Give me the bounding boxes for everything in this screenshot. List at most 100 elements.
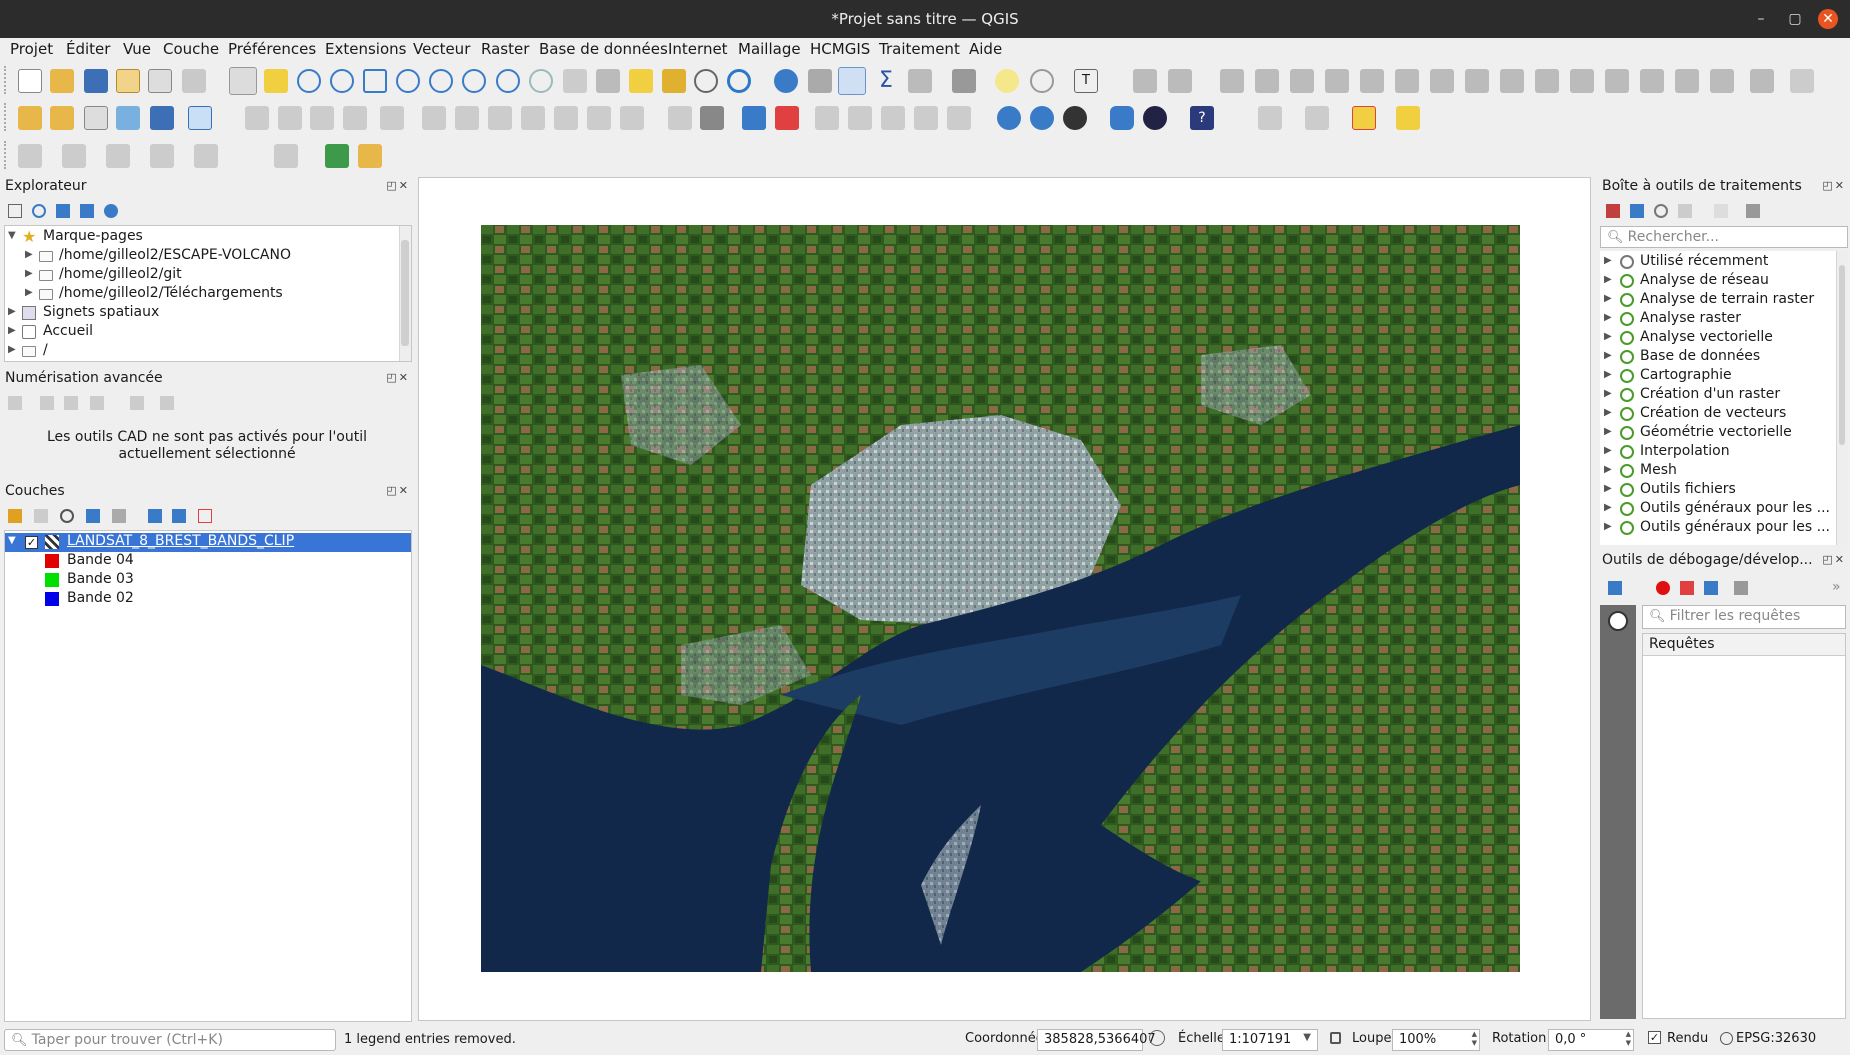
- expanded-arrow-icon[interactable]: ▼: [8, 535, 18, 546]
- locator-search-input[interactable]: 🔍︎ Taper pour trouver (Ctrl+K): [4, 1029, 336, 1051]
- expanded-arrow-icon[interactable]: ▼: [8, 230, 18, 241]
- shape-digitize-icon-1[interactable]: [18, 144, 42, 168]
- collapsed-arrow-icon[interactable]: ▶: [1604, 445, 1614, 456]
- settings-icon[interactable]: [1734, 581, 1748, 595]
- digitizing-icon-6[interactable]: [1325, 69, 1349, 93]
- undo-icon[interactable]: [587, 106, 611, 130]
- render-checkbox[interactable]: ✓: [1648, 1031, 1661, 1044]
- new-virtual-layer-icon[interactable]: [188, 106, 212, 130]
- show-bookmarks-icon[interactable]: [662, 69, 686, 93]
- plugin-icon-2[interactable]: [1030, 106, 1054, 130]
- digitizing-icon-14[interactable]: [1605, 69, 1629, 93]
- digitizing-icon-1[interactable]: [1133, 69, 1157, 93]
- menu-preferences[interactable]: Préférences: [228, 40, 316, 58]
- tree-item-root[interactable]: ▶ /: [5, 342, 399, 361]
- save-log-icon[interactable]: [1704, 581, 1718, 595]
- toolbar-handle[interactable]: [4, 103, 10, 131]
- history-icon[interactable]: [1654, 204, 1668, 218]
- move-label-icon[interactable]: [881, 106, 905, 130]
- collapsed-arrow-icon[interactable]: ▶: [1604, 426, 1614, 437]
- select-all-icon[interactable]: [1396, 106, 1420, 130]
- panel-float-close-buttons[interactable]: ◰✕: [386, 371, 410, 384]
- processing-scrollbar[interactable]: [1836, 251, 1848, 545]
- panel-float-close-buttons[interactable]: ◰✕: [1822, 553, 1846, 566]
- zoom-full-icon[interactable]: [363, 69, 387, 93]
- map-canvas[interactable]: [418, 177, 1591, 1021]
- collapsed-arrow-icon[interactable]: ▶: [1604, 407, 1614, 418]
- save-edits-icon[interactable]: [310, 106, 334, 130]
- digitizing-icon-5[interactable]: [1290, 69, 1314, 93]
- collapsed-arrow-icon[interactable]: ▶: [1604, 331, 1614, 342]
- collapsed-arrow-icon[interactable]: ▶: [8, 344, 18, 355]
- zoom-to-layer-icon[interactable]: [429, 69, 453, 93]
- digitizing-icon-13[interactable]: [1570, 69, 1594, 93]
- refresh-icon[interactable]: [32, 204, 46, 218]
- layer-diagram-icon[interactable]: [775, 106, 799, 130]
- panel-float-close-buttons[interactable]: ◰✕: [386, 179, 410, 192]
- temporal-controller-icon[interactable]: [694, 69, 718, 93]
- zoom-to-selection-icon[interactable]: [396, 69, 420, 93]
- tree-item-spatial-bookmarks[interactable]: ▶ Signets spatiaux: [5, 304, 399, 323]
- collapsed-arrow-icon[interactable]: ▶: [1604, 274, 1614, 285]
- show-hide-labels-icon[interactable]: [848, 106, 872, 130]
- rotate-label-icon[interactable]: [914, 106, 938, 130]
- toolbar-handle[interactable]: [4, 66, 10, 94]
- plugin-icon-1[interactable]: [997, 106, 1021, 130]
- manage-themes-icon[interactable]: [60, 509, 74, 523]
- new-temporary-layer-icon[interactable]: [150, 106, 174, 130]
- redo-shape-icon[interactable]: [1790, 69, 1814, 93]
- processing-item[interactable]: ▶ Géométrie vectorielle: [1600, 424, 1836, 443]
- remove-layer-icon[interactable]: [198, 509, 212, 523]
- zoom-next-icon[interactable]: [529, 69, 553, 93]
- redo-icon[interactable]: [620, 106, 644, 130]
- new-print-layout-icon[interactable]: [116, 69, 140, 93]
- shape-digitize-icon-6[interactable]: [274, 144, 298, 168]
- shape-digitize-icon-4[interactable]: [150, 144, 174, 168]
- add-feature-icon[interactable]: [343, 106, 367, 130]
- plugin-search-icon[interactable]: [325, 144, 349, 168]
- processing-item[interactable]: ▶ Mesh: [1600, 462, 1836, 481]
- tree-item-bookmarks[interactable]: ▼ ★ Marque-pages: [5, 228, 399, 247]
- processing-item[interactable]: ▶ Analyse de réseau: [1600, 272, 1836, 291]
- edit-features-in-place-icon[interactable]: [1714, 204, 1728, 218]
- record-icon[interactable]: [1656, 581, 1670, 595]
- digitizing-icon-3[interactable]: [1220, 69, 1244, 93]
- collapsed-arrow-icon[interactable]: ▶: [1604, 255, 1614, 266]
- add-selected-icon[interactable]: [8, 204, 22, 218]
- layout-manager-icon[interactable]: [148, 69, 172, 93]
- processing-item[interactable]: ▶ Analyse vectorielle: [1600, 329, 1836, 348]
- models-icon[interactable]: [1606, 204, 1620, 218]
- deselect-all-icon[interactable]: [1352, 106, 1376, 130]
- collapsed-arrow-icon[interactable]: ▶: [8, 306, 18, 317]
- new-shapefile-icon[interactable]: [84, 106, 108, 130]
- add-group-icon[interactable]: [34, 509, 48, 523]
- properties-icon[interactable]: [104, 204, 118, 218]
- collapsed-arrow-icon[interactable]: ▶: [25, 287, 35, 298]
- shape-digitize-icon-5[interactable]: [194, 144, 218, 168]
- select-by-value-icon[interactable]: [1305, 106, 1329, 130]
- menu-hcmgis[interactable]: HCMGIS: [810, 40, 870, 58]
- digitizing-icon-4[interactable]: [1255, 69, 1279, 93]
- panel-float-close-buttons[interactable]: ◰✕: [386, 484, 410, 497]
- collapsed-arrow-icon[interactable]: ▶: [25, 249, 35, 260]
- maximize-button[interactable]: ▢: [1784, 8, 1806, 30]
- style-manager-icon[interactable]: [182, 69, 206, 93]
- spinbox-arrows-icon[interactable]: ▲ ▼: [1472, 1030, 1477, 1048]
- scripts-icon[interactable]: [1630, 204, 1644, 218]
- close-button[interactable]: ✕: [1818, 9, 1838, 29]
- collapsed-arrow-icon[interactable]: ▶: [1604, 483, 1614, 494]
- crs-globe-icon[interactable]: [1720, 1032, 1733, 1045]
- current-edits-icon[interactable]: [245, 106, 269, 130]
- layer-styling-icon[interactable]: [8, 509, 22, 523]
- tree-item-home[interactable]: ▶ Accueil: [5, 323, 399, 342]
- collapsed-arrow-icon[interactable]: ▶: [1604, 464, 1614, 475]
- collapse-all-icon[interactable]: [80, 204, 94, 218]
- save-project-icon[interactable]: [84, 69, 108, 93]
- layer-visibility-checkbox[interactable]: ✓: [25, 536, 38, 549]
- menu-internet[interactable]: Internet: [668, 40, 728, 58]
- spinbox-arrows-icon[interactable]: ▲ ▼: [1626, 1030, 1631, 1048]
- change-label-icon[interactable]: [947, 106, 971, 130]
- processing-item[interactable]: ▶ Analyse raster: [1600, 310, 1836, 329]
- digitizing-icon-17[interactable]: [1710, 69, 1734, 93]
- collapse-all-icon[interactable]: [172, 509, 186, 523]
